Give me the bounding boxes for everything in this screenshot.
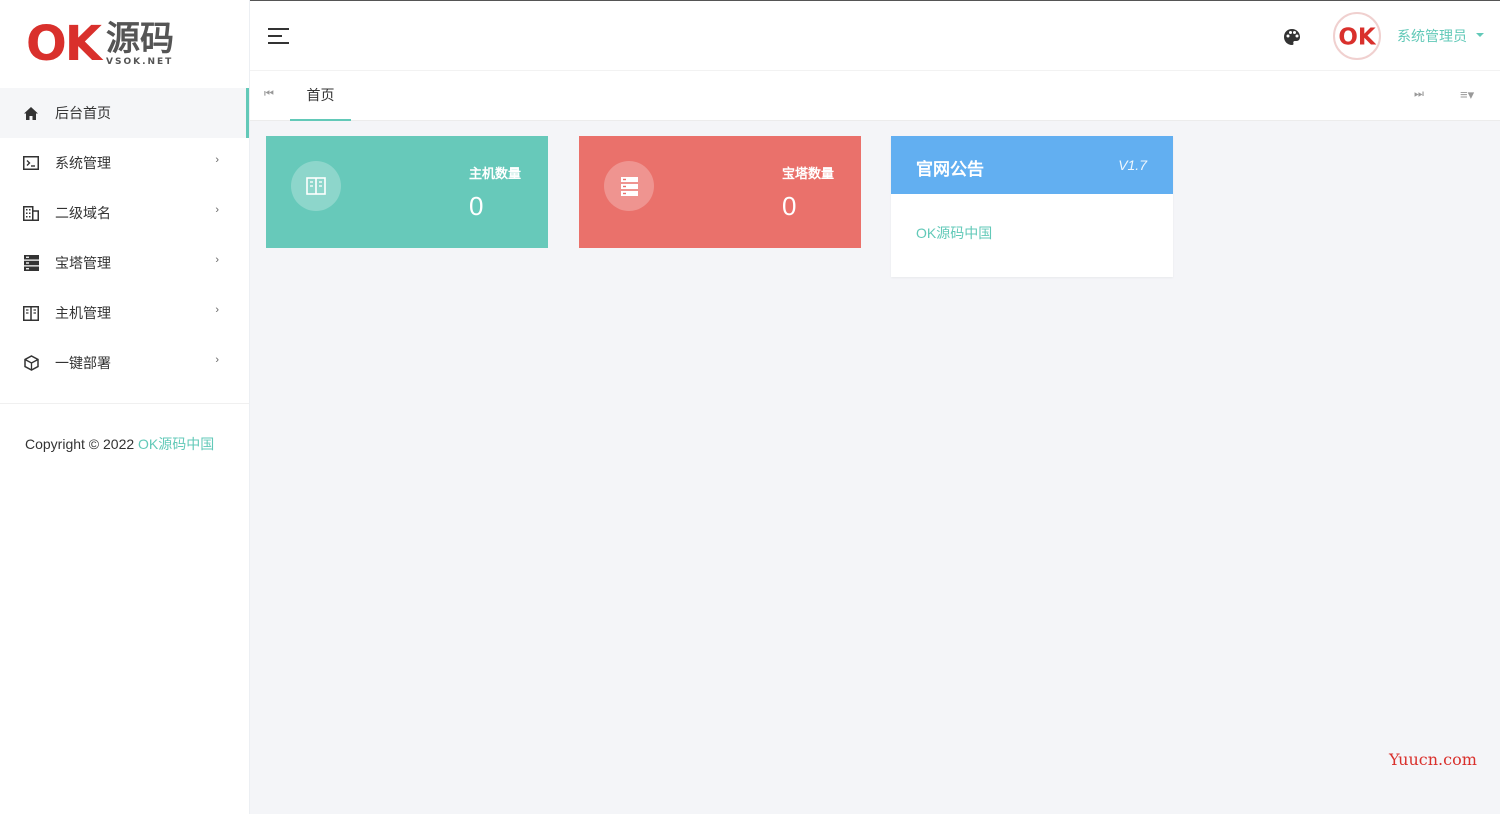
sidebar-item-label: 一键部署: [55, 355, 111, 371]
tab-prev-icon[interactable]: ⏮: [264, 88, 274, 101]
avatar[interactable]: OK: [1333, 12, 1381, 60]
building-icon: [22, 204, 40, 222]
logo-cn-text: 源码: [106, 18, 174, 59]
logo-subtext: VSOK.NET: [106, 56, 174, 67]
caret-down-icon[interactable]: [1476, 33, 1484, 37]
watermark: Yuucn.com: [1389, 750, 1477, 769]
baota-count-title: 宝塔数量: [782, 166, 835, 181]
baota-count-value: 0: [782, 191, 797, 221]
copyright-text: Copyright © 2022: [25, 436, 139, 452]
chevron-right-icon: ›: [215, 304, 219, 316]
menu-toggle-icon[interactable]: [268, 28, 289, 44]
copyright: Copyright © 2022 OK源码中国: [0, 404, 249, 454]
user-name[interactable]: 系统管理员: [1397, 26, 1467, 46]
sidebar-item-deploy[interactable]: 一键部署 ›: [0, 338, 249, 388]
sidebar-item-hosts[interactable]: 主机管理 ›: [0, 288, 249, 338]
logo-ok-text: OK: [26, 16, 102, 72]
sidebar: OK 源码 VSOK.NET 后台首页 系统管理 › 二级域名 › 宝塔管理 ›…: [0, 0, 250, 814]
sidebar-item-home[interactable]: 后台首页: [0, 88, 249, 138]
host-count-card: 主机数量 0: [266, 136, 548, 248]
tab-menu-icon[interactable]: ≡▾: [1460, 87, 1474, 103]
terminal-icon: [22, 154, 40, 172]
home-icon: [22, 104, 40, 122]
sidebar-item-label: 二级域名: [55, 205, 111, 221]
chevron-right-icon: ›: [215, 254, 219, 266]
notice-title: 官网公告: [916, 160, 984, 179]
sidebar-item-label: 主机管理: [55, 305, 111, 321]
host-count-title: 主机数量: [469, 166, 522, 181]
sidebar-menu: 后台首页 系统管理 › 二级域名 › 宝塔管理 › 主机管理 › 一键部署 ›: [0, 88, 249, 388]
tab-next-icon[interactable]: ⏭: [1414, 88, 1424, 101]
avatar-text: OK: [1338, 25, 1376, 51]
sidebar-item-label: 宝塔管理: [55, 255, 111, 271]
sidebar-item-label: 系统管理: [55, 155, 111, 171]
sidebar-item-system[interactable]: 系统管理 ›: [0, 138, 249, 188]
sidebar-item-subdomain[interactable]: 二级域名 ›: [0, 188, 249, 238]
chevron-right-icon: ›: [215, 354, 219, 366]
tab-home[interactable]: 首页: [290, 71, 351, 121]
logo[interactable]: OK 源码 VSOK.NET: [0, 0, 249, 88]
copyright-brand-link[interactable]: OK源码中国: [138, 436, 214, 452]
host-count-value: 0: [469, 191, 484, 221]
palette-icon[interactable]: [1282, 27, 1302, 47]
sidebar-item-baota[interactable]: 宝塔管理 ›: [0, 238, 249, 288]
notice-link[interactable]: OK源码中国: [916, 223, 992, 243]
chevron-right-icon: ›: [215, 154, 219, 166]
top-header: OK 系统管理员: [250, 0, 1500, 70]
notice-version: V1.7: [1118, 157, 1147, 173]
baota-count-card: 宝塔数量 0: [579, 136, 861, 248]
book-icon: [22, 304, 40, 322]
server-icon: [22, 254, 40, 272]
notice-card: 官网公告 V1.7 OK源码中国: [891, 136, 1173, 277]
chevron-right-icon: ›: [215, 204, 219, 216]
server-icon: [604, 161, 654, 211]
notice-header: 官网公告 V1.7: [891, 136, 1173, 194]
book-icon: [291, 161, 341, 211]
cube-icon: [22, 354, 40, 372]
tab-bar: ⏮ 首页 ⏭ ≡▾: [250, 70, 1500, 121]
sidebar-item-label: 后台首页: [55, 105, 111, 121]
